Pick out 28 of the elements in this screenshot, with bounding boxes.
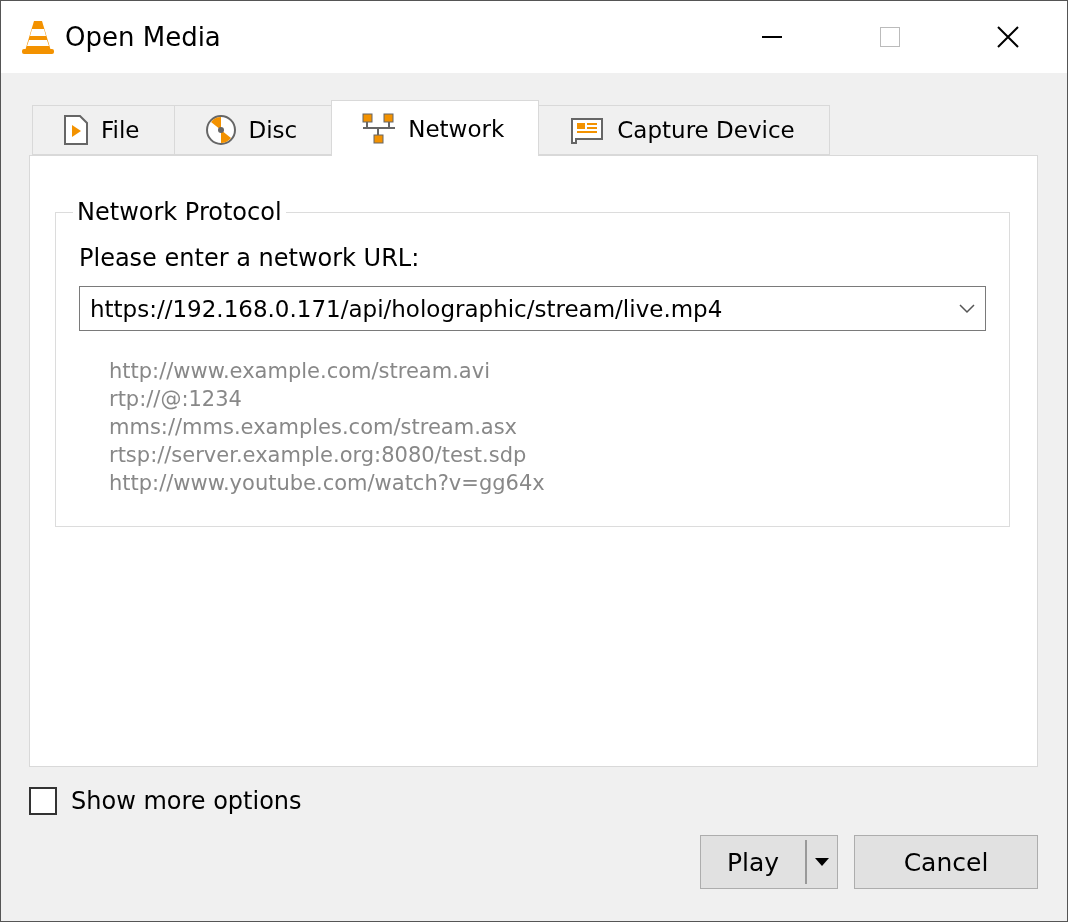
close-icon: [997, 26, 1019, 48]
capture-card-icon: [569, 115, 606, 145]
example-url: rtp://@:1234: [109, 386, 243, 413]
checkbox-label: Show more options: [71, 787, 302, 815]
url-prompt: Please enter a network URL:: [79, 244, 421, 272]
document-play-icon: [63, 114, 89, 146]
minimize-icon: [762, 36, 782, 38]
network-icon: [362, 112, 397, 145]
tab[interactable]: Network: [331, 100, 540, 156]
tab[interactable]: File: [32, 105, 175, 155]
window-title: Open Media: [65, 22, 222, 52]
caret-down-icon: [815, 858, 829, 866]
play-button[interactable]: Play: [701, 836, 805, 888]
example-url: mms://mms.examples.com/stream.asx: [109, 414, 519, 441]
chevron-down-icon[interactable]: [959, 303, 975, 314]
traffic-cone-icon: [21, 19, 55, 55]
tab[interactable]: Capture Device: [538, 105, 830, 155]
cancel-button[interactable]: Cancel: [854, 835, 1038, 889]
url-combo-field[interactable]: https://192.168.0.171/api/holographic/stream/live.mp4: [79, 286, 986, 331]
tab[interactable]: Disc: [173, 105, 333, 155]
maximize-icon: [880, 27, 900, 47]
play-split-button[interactable]: Play: [700, 835, 838, 889]
example-url: rtsp://server.example.org:8080/test.sdp: [109, 442, 528, 469]
disc-icon: [204, 114, 237, 146]
example-url: http://www.example.com/stream.avi: [109, 358, 491, 385]
checkbox[interactable]: [29, 787, 57, 815]
group-title: Network Protocol: [76, 198, 283, 226]
example-url: http://www.youtube.com/watch?v=gg64x: [109, 470, 546, 497]
